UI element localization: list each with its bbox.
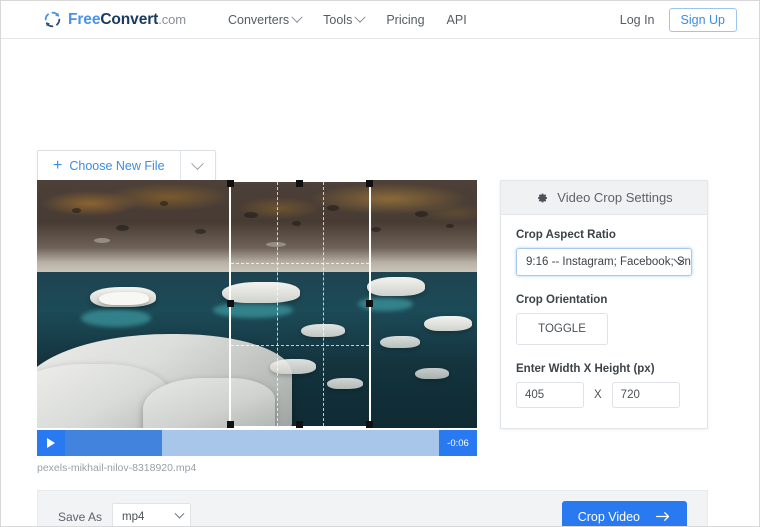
crop-handle-top-center[interactable]: [296, 180, 303, 187]
chevron-down-icon: [191, 156, 204, 170]
choose-new-file-dropdown[interactable]: [181, 151, 215, 181]
settings-panel-body: Crop Aspect Ratio 9:16 -- Instagram; Fac…: [501, 215, 707, 428]
crop-video-label: Crop Video: [577, 509, 640, 524]
crop-handle-bottom-left[interactable]: [227, 421, 234, 428]
crop-aspect-ratio-label: Crop Aspect Ratio: [516, 229, 616, 241]
crop-aspect-ratio-select[interactable]: 9:16 -- Instagram; Facebook; Sn: [516, 248, 692, 276]
nav-item-converters[interactable]: Converters: [228, 11, 303, 27]
video-filename: pexels-mikhail-nilov-8318920.mp4: [37, 462, 197, 474]
crop-gridline-horizontal: [231, 263, 369, 265]
video-progress-bar[interactable]: [65, 430, 439, 456]
action-bar: Save As mp4 Crop Video: [37, 490, 708, 526]
main-navigation: Converters Tools Pricing API: [228, 11, 467, 27]
crop-width-input[interactable]: [516, 382, 584, 408]
plus-icon: +: [53, 156, 63, 174]
crop-handle-top-left[interactable]: [227, 180, 234, 187]
crop-gridline-vertical: [322, 182, 324, 426]
choose-new-file-label: Choose New File: [69, 159, 165, 173]
video-crop-settings-panel: Video Crop Settings Crop Aspect Ratio 9:…: [500, 180, 708, 429]
video-time-remaining: -0:06: [439, 430, 477, 456]
play-button[interactable]: [37, 430, 65, 456]
crop-handle-bottom-right[interactable]: [366, 421, 373, 428]
dimensions-label: Enter Width X Height (px): [516, 363, 655, 375]
nav-label-converters: Converters: [228, 12, 290, 27]
crop-selection-box[interactable]: [227, 180, 373, 428]
chevron-down-icon: [174, 508, 185, 519]
crop-handle-bottom-center[interactable]: [296, 421, 303, 428]
output-format-value: mp4: [122, 510, 145, 523]
main-content: + Choose New File -0:06 pexels-mikhail-n…: [1, 39, 759, 526]
video-progress-fill: [65, 430, 163, 456]
site-header: FreeConvert.com Converters Tools Pricing…: [1, 1, 759, 39]
nav-item-pricing[interactable]: Pricing: [386, 13, 424, 27]
logo-text-free: Free: [68, 10, 101, 28]
crop-aspect-ratio-value: 9:16 -- Instagram; Facebook; Sn: [526, 256, 691, 268]
crop-height-input[interactable]: [611, 382, 680, 408]
play-icon: [47, 438, 55, 448]
crop-orientation-label: Crop Orientation: [516, 294, 608, 306]
crop-handle-middle-right[interactable]: [366, 300, 373, 307]
crop-handle-top-right[interactable]: [366, 180, 373, 187]
login-link[interactable]: Log In: [620, 13, 655, 27]
app-window: FreeConvert.com Converters Tools Pricing…: [0, 0, 760, 527]
crop-orientation-toggle-button[interactable]: TOGGLE: [516, 313, 608, 345]
video-preview[interactable]: [37, 180, 477, 428]
dimensions-row: X: [516, 382, 692, 408]
circular-arrows-icon: [44, 11, 61, 28]
arrow-right-icon: [656, 512, 670, 521]
chevron-down-icon: [291, 11, 303, 23]
crop-gridline-horizontal: [231, 344, 369, 346]
nav-label-api: API: [446, 12, 467, 27]
header-account-area: Log In Sign Up: [620, 7, 737, 32]
video-player-controls: -0:06: [37, 430, 477, 456]
crop-handle-middle-left[interactable]: [227, 300, 234, 307]
nav-item-api[interactable]: API: [447, 13, 467, 27]
chevron-down-icon: [354, 11, 366, 23]
crop-gridline-vertical: [276, 182, 278, 426]
nav-label-tools: Tools: [323, 12, 353, 27]
output-format-select[interactable]: mp4: [112, 503, 192, 526]
logo-text-convert: Convert: [100, 10, 159, 28]
settings-panel-title: Video Crop Settings: [557, 190, 673, 205]
choose-new-file-group: + Choose New File: [37, 150, 216, 182]
signup-button[interactable]: Sign Up: [668, 7, 737, 32]
choose-new-file-button[interactable]: + Choose New File: [38, 151, 181, 181]
logo-text-com: .com: [158, 11, 186, 27]
site-logo[interactable]: FreeConvert.com: [43, 10, 186, 29]
gear-icon: [538, 193, 548, 202]
settings-panel-header: Video Crop Settings: [501, 181, 707, 215]
crop-video-button[interactable]: Crop Video: [561, 501, 687, 526]
nav-label-pricing: Pricing: [386, 12, 425, 27]
save-as-label: Save As: [58, 509, 103, 524]
dimensions-separator: X: [594, 389, 602, 401]
nav-item-tools[interactable]: Tools: [323, 11, 366, 27]
